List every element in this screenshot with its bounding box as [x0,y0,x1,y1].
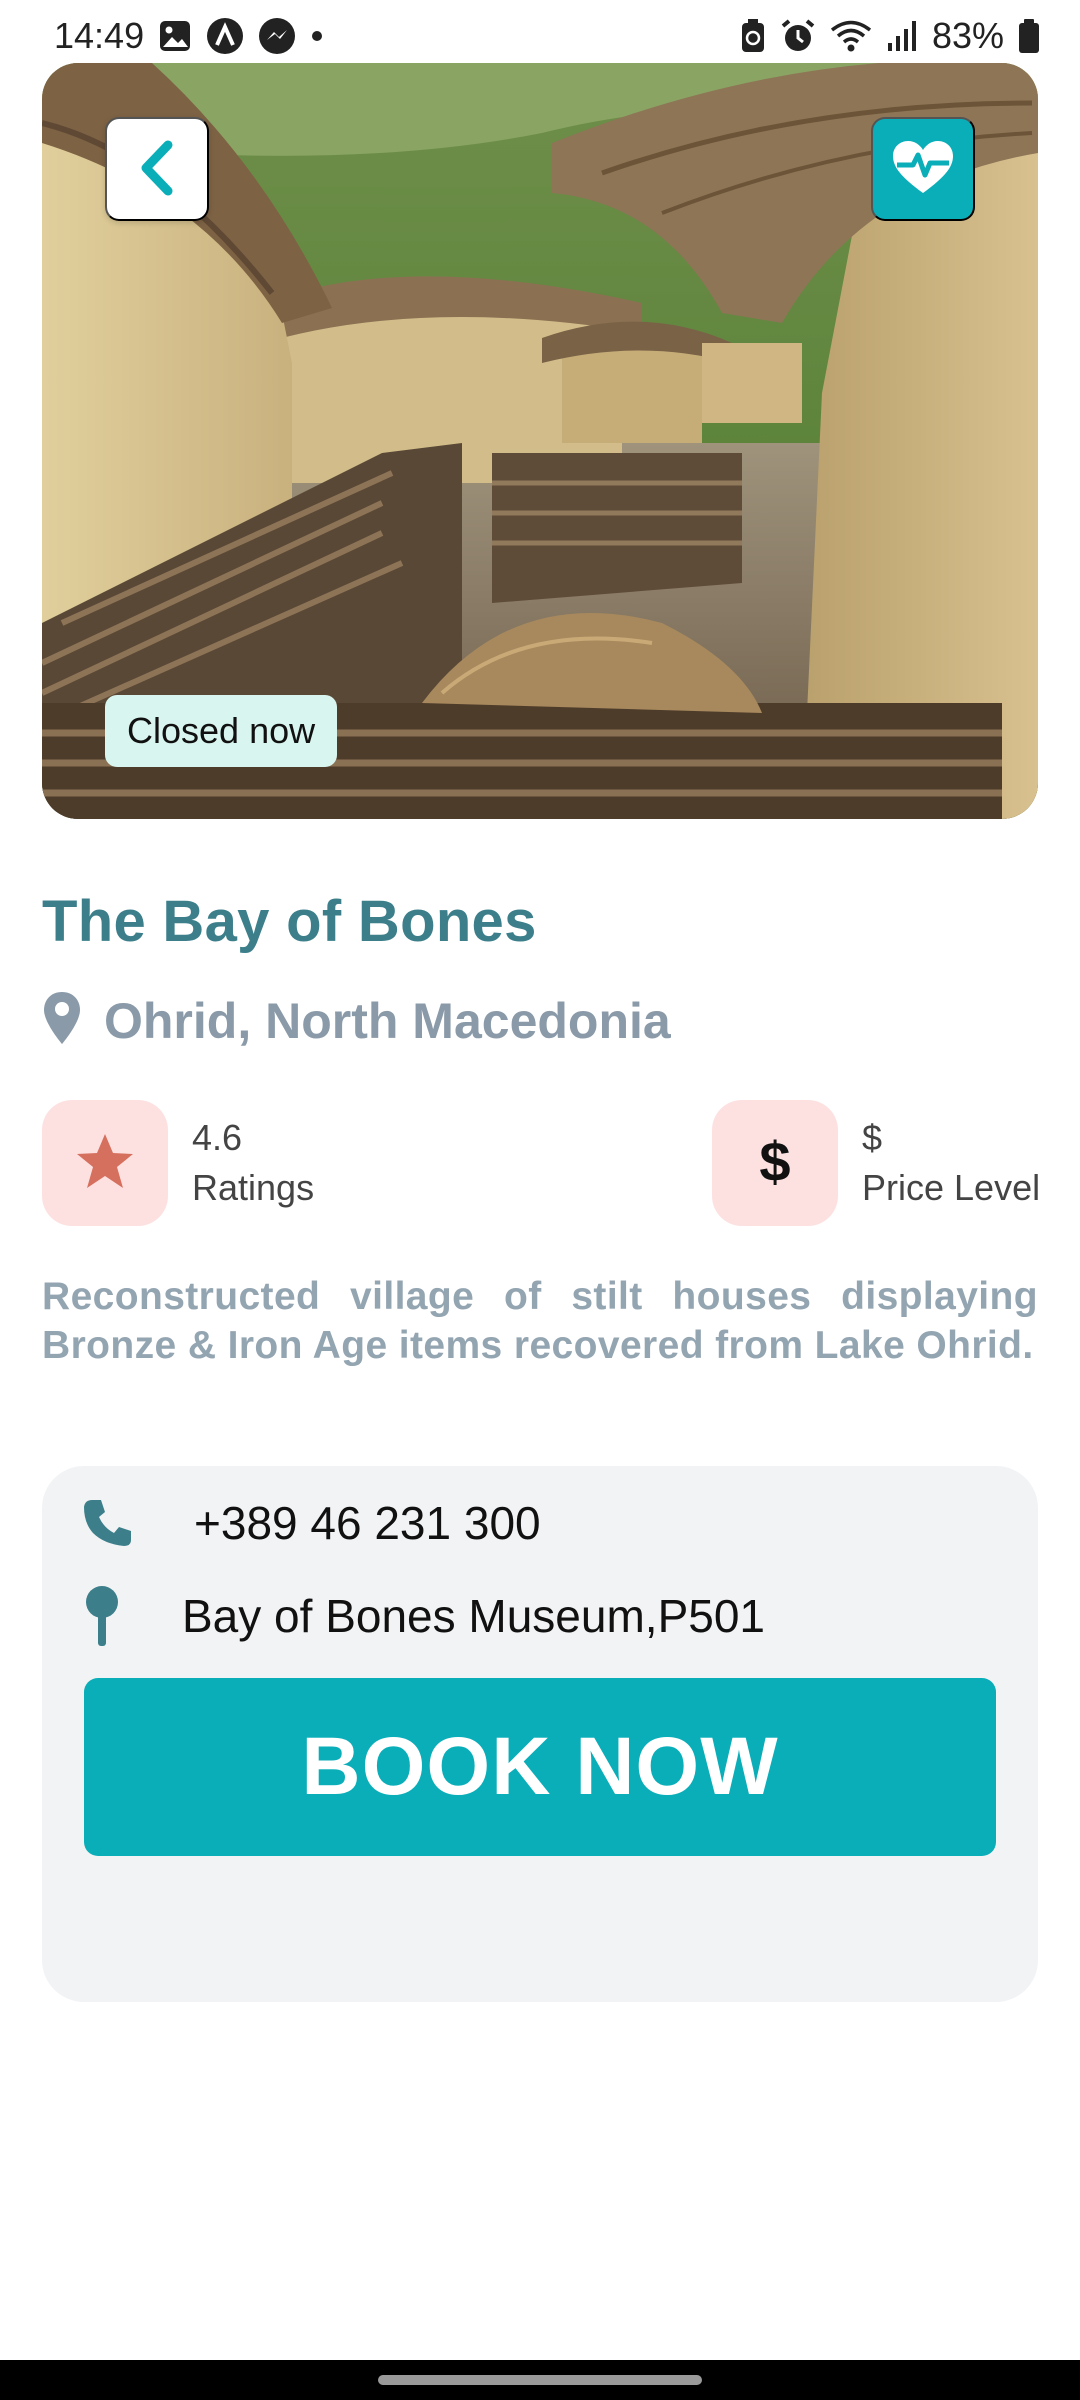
signal-icon [886,19,918,53]
place-description: Reconstructed village of stilt houses di… [42,1275,1038,1367]
home-gesture-handle[interactable] [378,2375,702,2385]
location-row: Ohrid, North Macedonia [42,990,671,1051]
pin-icon [82,1584,154,1648]
price-value: $ [862,1117,883,1158]
book-now-button[interactable]: BOOK NOW [84,1678,996,1856]
messenger-icon [258,17,296,55]
status-bar-left: 14:49 [54,15,324,57]
chevron-left-icon [134,139,180,200]
favorite-button[interactable] [871,117,975,221]
dot-icon [310,29,324,43]
status-bar: 14:49 83% [0,0,1080,72]
price-stat: $ $ Price Level [712,1100,1040,1226]
phone-number: +389 46 231 300 [194,1497,541,1549]
rating-label: Ratings [192,1167,315,1208]
hero-image: Closed now [42,63,1038,819]
wifi-icon [830,19,872,53]
price-text: $ Price Level [862,1117,1040,1209]
rating-text: 4.6 Ratings [192,1117,314,1209]
heart-pulse-icon [891,139,955,200]
address-row[interactable]: Bay of Bones Museum,P501 [82,1584,765,1648]
battery-saver-icon [740,18,766,54]
system-nav-bar [0,2360,1080,2400]
rating-stat: 4.6 Ratings [42,1100,314,1226]
address-text: Bay of Bones Museum,P501 [182,1590,765,1642]
alarm-icon [780,18,816,54]
back-button[interactable] [105,117,209,221]
svg-text:$: $ [759,1131,790,1191]
dollar-icon: $ [757,1130,793,1196]
page-title: The Bay of Bones [42,889,537,954]
rating-icon-tile [42,1100,168,1226]
rating-value: 4.6 [192,1117,243,1158]
status-bar-right: 83% [740,15,1040,57]
app-icon [206,17,244,55]
battery-icon [1018,18,1040,54]
gallery-icon [158,19,192,53]
phone-row[interactable]: +389 46 231 300 [82,1496,541,1550]
open-status-badge: Closed now [105,695,338,767]
location-text: Ohrid, North Macedonia [104,992,671,1049]
price-label: Price Level [862,1167,1041,1208]
star-icon [75,1132,135,1195]
map-pin-icon [42,990,82,1051]
contact-card: +389 46 231 300 Bay of Bones Museum,P501… [42,1466,1038,2002]
phone-icon [82,1497,154,1549]
battery-percent: 83% [931,15,1004,56]
price-icon-tile: $ [712,1100,838,1226]
status-time: 14:49 [54,15,145,56]
